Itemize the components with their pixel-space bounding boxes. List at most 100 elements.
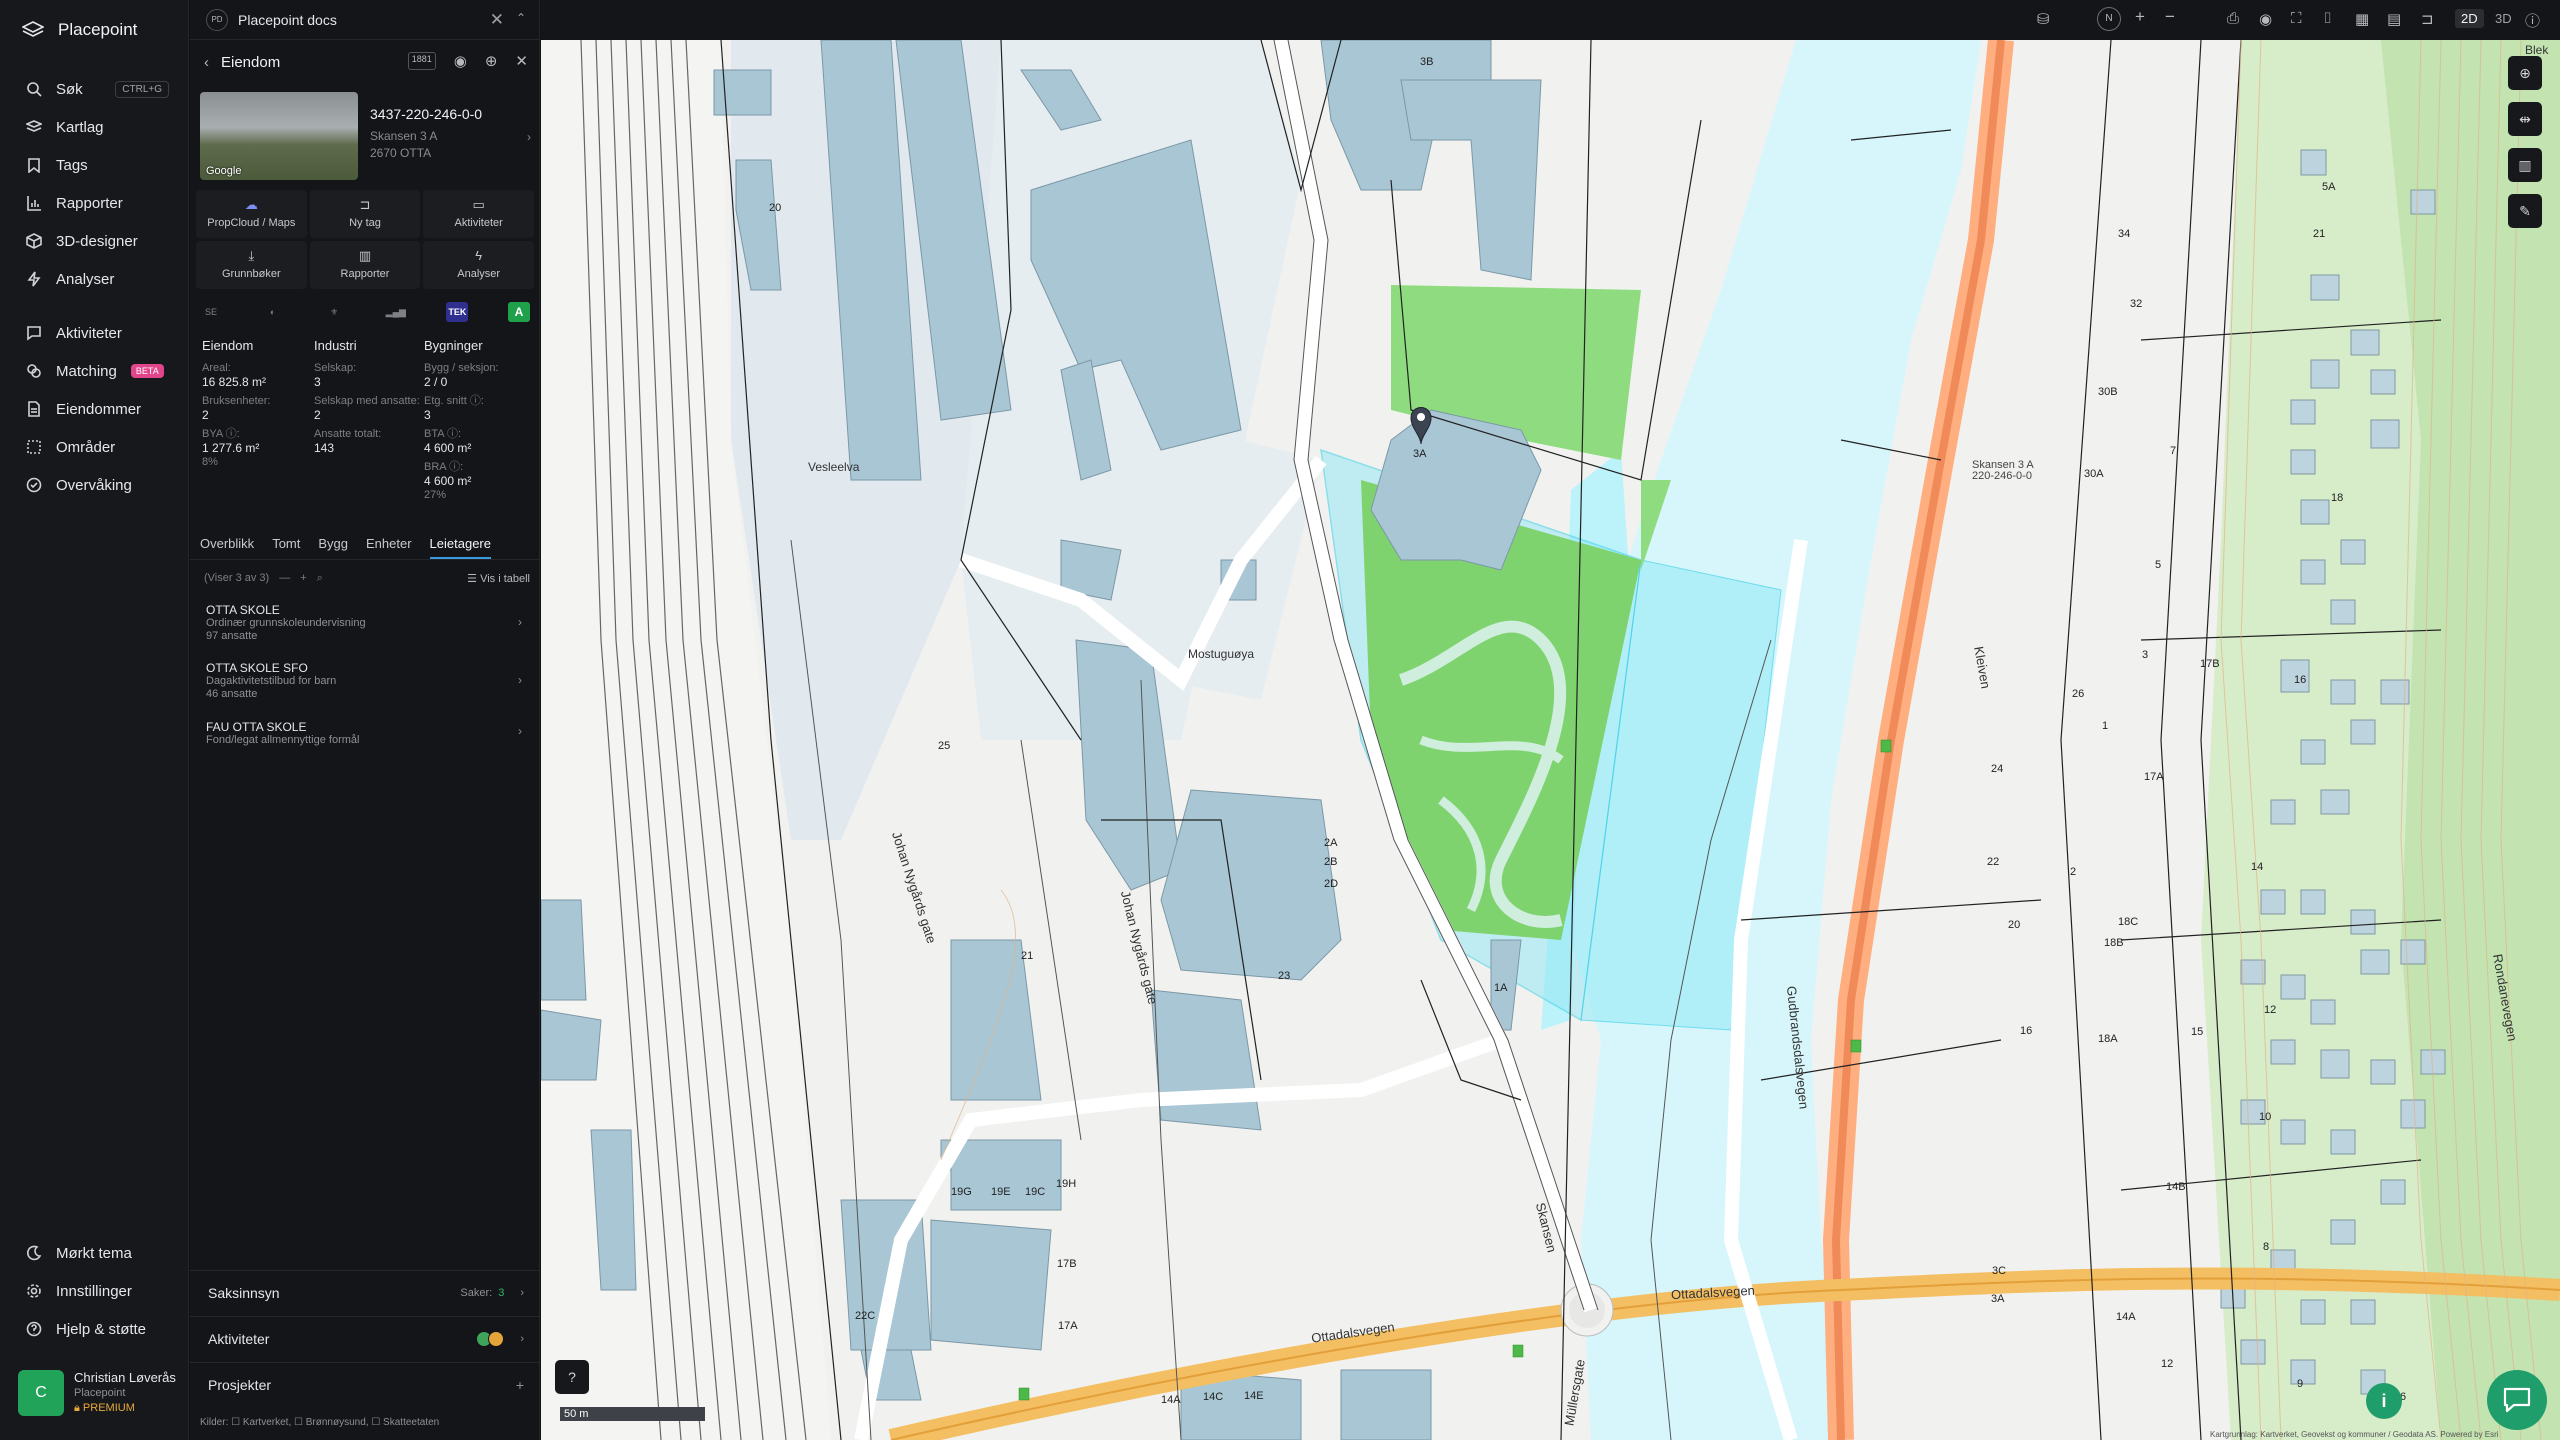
close-icon[interactable]: ✕: [490, 10, 504, 30]
house-number: 21: [1021, 950, 1034, 962]
street-view-photo[interactable]: Google: [200, 92, 358, 180]
stat-value: 16 825.8 m²: [202, 375, 267, 389]
house-number: 17A: [2144, 771, 2164, 783]
grid-icon[interactable]: ▦: [2355, 10, 2369, 28]
plus-icon[interactable]: +: [516, 1377, 524, 1393]
nav-item-kartlag[interactable]: Kartlag: [0, 112, 189, 142]
house-number: 24: [1991, 763, 2004, 775]
source-se-icon[interactable]: SE: [200, 302, 222, 322]
chart-icon[interactable]: ▥: [2508, 148, 2542, 182]
workspace-name[interactable]: Placepoint docs: [238, 12, 337, 28]
tenant-item[interactable]: OTTA SKOLE Ordinær grunnskoleundervisnin…: [206, 603, 526, 643]
mode-2d-button[interactable]: 2D: [2455, 9, 2484, 28]
info-button[interactable]: i: [2366, 1383, 2402, 1419]
nav-item-dark-theme[interactable]: Mørkt tema: [0, 1238, 189, 1268]
house-number: 22: [1987, 856, 2000, 868]
user-profile[interactable]: C Christian Løverås Placepoint 🔒︎ PREMIU…: [18, 1370, 178, 1422]
nav-item-analyser[interactable]: Analyser: [0, 264, 189, 294]
show-table-button[interactable]: ☰ Vis i tabell: [467, 572, 530, 585]
eye-icon[interactable]: ◉: [2259, 10, 2272, 28]
aktiviteter-section[interactable]: Aktiviteter ›: [190, 1316, 540, 1360]
nav-item-matching[interactable]: Matching BETA: [0, 356, 189, 386]
nav-item-omrader[interactable]: Områder: [0, 432, 189, 462]
minus-icon[interactable]: —: [279, 572, 290, 584]
compass-button[interactable]: N: [2097, 7, 2121, 31]
nav-item-3d-designer[interactable]: 3D-designer: [0, 226, 189, 256]
draw-icon[interactable]: ✎: [2508, 194, 2542, 228]
action-grid: ☁ PropCloud / Maps ⊐ Ny tag ▭ Aktiviteter ⤓…: [196, 190, 534, 289]
nav-item-overvaking[interactable]: Overvåking: [0, 470, 189, 500]
cube-icon: [26, 233, 42, 249]
action-label: PropCloud / Maps: [207, 217, 296, 229]
reports-button[interactable]: ▥ Rapporter: [309, 241, 421, 289]
nav-label: Kartlag: [56, 118, 104, 136]
camera-icon[interactable]: ⌷: [2323, 10, 2332, 27]
map-canvas[interactable]: Skansen 3 A 220-246-0-0 Vesleelva Mostug…: [541, 40, 2560, 1440]
bolt-icon: ϟ: [475, 248, 483, 263]
nav-item-aktiviteter[interactable]: Aktiviteter: [0, 318, 189, 348]
chat-button[interactable]: [2487, 1370, 2547, 1430]
eye-icon[interactable]: ◉: [454, 52, 467, 70]
house-number: 14E: [1244, 1390, 1264, 1402]
layers-add-icon[interactable]: ⊕: [2508, 56, 2542, 90]
energy-rating-icon[interactable]: A: [507, 302, 530, 322]
back-icon[interactable]: ‹: [204, 54, 209, 71]
info-icon[interactable]: ⓘ: [2525, 10, 2540, 31]
tenant-item[interactable]: FAU OTTA SKOLE Fond/legat allmennyttige …: [206, 720, 526, 747]
stat-label: BTA ⓘ:: [424, 428, 462, 440]
zoom-in-icon[interactable]: +: [2135, 7, 2145, 27]
source-globe-icon[interactable]: ◐: [262, 302, 284, 322]
activities-button[interactable]: ▭ Aktiviteter: [423, 190, 534, 238]
tab-leietagere[interactable]: Leietagere: [429, 532, 491, 559]
add-circle-icon[interactable]: ⊕: [485, 52, 498, 70]
print-icon[interactable]: ⎙: [2227, 10, 2239, 27]
prosjekter-section[interactable]: Prosjekter +: [190, 1362, 540, 1406]
house-number: 19C: [1025, 1186, 1046, 1198]
bookmark-icon[interactable]: ⊐: [2421, 10, 2434, 28]
grunnboker-button[interactable]: ⤓ Grunnbøker: [196, 241, 307, 289]
lock-icon: 🔒︎: [74, 1402, 80, 1414]
new-tag-button[interactable]: ⊐ Ny tag: [309, 190, 421, 238]
plus-icon[interactable]: +: [300, 572, 306, 584]
nav-item-help[interactable]: Hjelp & støtte: [0, 1314, 189, 1344]
house-number: 25: [938, 740, 951, 752]
brand[interactable]: Placepoint: [22, 20, 137, 40]
tab-tomt[interactable]: Tomt: [272, 532, 300, 559]
table-icon[interactable]: ▤: [2387, 10, 2401, 28]
mode-3d-button[interactable]: 3D: [2489, 9, 2518, 28]
house-number: 3A: [1991, 1293, 2005, 1305]
house-number: 21: [2313, 228, 2326, 240]
search-icon[interactable]: ⌕: [317, 572, 323, 585]
close-icon[interactable]: ✕: [515, 52, 528, 70]
map-help-button[interactable]: ?: [555, 1360, 589, 1394]
nav-item-settings[interactable]: Innstillinger: [0, 1276, 189, 1306]
tab-bygg[interactable]: Bygg: [318, 532, 348, 559]
analyses-button[interactable]: ϟ Analyser: [423, 241, 534, 289]
fullscreen-icon[interactable]: ⛶: [2291, 10, 2302, 27]
cases-count: 3: [498, 1286, 505, 1299]
action-label: Aktiviteter: [454, 217, 503, 229]
zoom-out-icon[interactable]: −: [2165, 7, 2175, 27]
source-tek-icon[interactable]: TEK: [446, 302, 469, 322]
tab-enheter[interactable]: Enheter: [366, 532, 412, 559]
chevron-right-icon[interactable]: ›: [527, 130, 531, 144]
property-info[interactable]: 3437-220-246-0-0 Skansen 3 A 2670 OTTA: [370, 106, 530, 162]
nav-item-search[interactable]: Søk CTRL+G: [0, 74, 189, 104]
message-icon: ▭: [472, 197, 485, 212]
source-crest-icon[interactable]: ⚜: [323, 302, 345, 322]
tab-overblikk[interactable]: Overblikk: [200, 532, 254, 559]
measure-icon[interactable]: ⇹: [2508, 102, 2542, 136]
nav-item-rapporter[interactable]: Rapporter: [0, 188, 189, 218]
source-bars-icon[interactable]: ▂▄▆: [385, 302, 407, 322]
shortcut-badge[interactable]: 1881: [407, 52, 436, 70]
nav-label: Aktiviteter: [56, 324, 122, 342]
propcloud-button[interactable]: ☁ PropCloud / Maps: [196, 190, 307, 238]
saksinnsyn-section[interactable]: Saksinnsyn Saker: 3 ›: [190, 1270, 540, 1314]
tenant-item[interactable]: OTTA SKOLE SFO Dagaktivitetstilbud for b…: [206, 661, 526, 701]
nav-item-eiendommer[interactable]: Eiendommer: [0, 394, 189, 424]
nav-item-tags[interactable]: Tags: [0, 150, 189, 180]
chevron-updown-icon[interactable]: ⌃: [516, 11, 526, 25]
layers-stack-icon[interactable]: ⛁: [2037, 10, 2050, 28]
nav-label: Rapporter: [56, 194, 123, 212]
message-icon: [27, 326, 41, 341]
